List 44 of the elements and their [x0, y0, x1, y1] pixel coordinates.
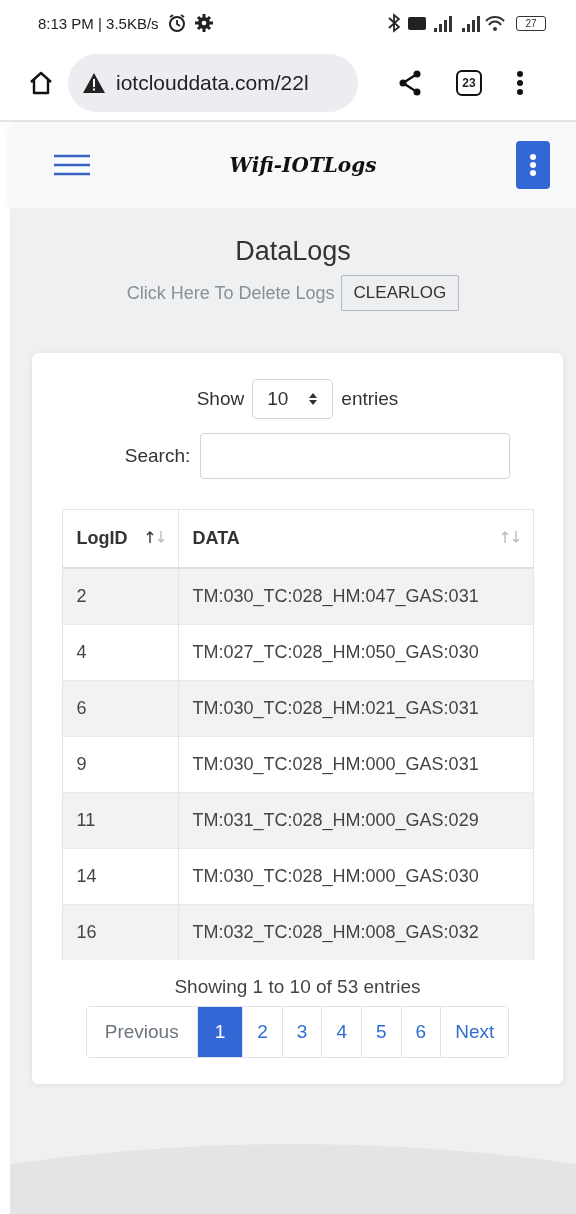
column-header[interactable]: DATA: [192, 528, 240, 549]
table-cell: TM:030_TC:028_HM:021_GAS:031: [178, 680, 533, 737]
table-cell: TM:030_TC:028_HM:000_GAS:030: [178, 848, 533, 905]
clearlog-button[interactable]: CLEARLOG: [340, 275, 460, 311]
table-cell: 14: [62, 848, 178, 905]
table-cell: 16: [62, 904, 178, 960]
column-header[interactable]: LogID: [76, 528, 128, 549]
alarm-clock-icon: [166, 13, 187, 33]
entries-info: Showing 1 to 10 of 53 entries: [174, 976, 421, 998]
table-cell: 6: [62, 680, 178, 737]
home-icon[interactable]: [28, 70, 54, 96]
table-cell: TM:031_TC:028_HM:000_GAS:029: [178, 792, 533, 849]
table-cell: TM:032_TC:028_HM:008_GAS:032: [178, 904, 533, 960]
page-button[interactable]: 1: [196, 1007, 243, 1057]
menu-icon[interactable]: [54, 154, 90, 176]
gear-icon: [194, 14, 213, 32]
table-cell: 2: [62, 568, 178, 625]
brand-title: Wifi-IOTLogs: [229, 153, 377, 177]
share-icon[interactable]: [398, 70, 422, 96]
table-cell: TM:030_TC:028_HM:047_GAS:031: [178, 568, 533, 625]
table-cell: TM:027_TC:028_HM:050_GAS:030: [178, 624, 533, 681]
search-field[interactable]: [200, 433, 511, 479]
options-button[interactable]: [516, 141, 550, 189]
kebab-icon: [529, 153, 537, 177]
address-bar[interactable]: iotclouddata.com/22l: [68, 54, 358, 112]
table-cell: TM:030_TC:028_HM:000_GAS:031: [178, 736, 533, 793]
entries-select[interactable]: 10: [252, 379, 334, 419]
table-cell: 4: [62, 624, 178, 681]
bluetooth-icon: [388, 13, 400, 33]
tab-count-button[interactable]: 23: [456, 70, 482, 96]
sort-arrows-icon: [308, 392, 319, 406]
entries-label: entries: [341, 388, 399, 410]
next-button[interactable]: Next: [440, 1007, 509, 1057]
signal-icon: [408, 14, 508, 32]
status-time: 8:13 PM | 3.5KB/s: [38, 14, 159, 32]
delete-prompt: Click Here To Delete Logs: [126, 282, 335, 304]
table-cell: 9: [62, 736, 178, 793]
search-label: Search:: [124, 445, 191, 467]
warning-icon: [82, 72, 106, 94]
page-title: DataLogs: [235, 236, 351, 267]
table-cell: 11: [62, 792, 178, 849]
more-options-icon[interactable]: [516, 70, 524, 96]
show-label: Show: [196, 388, 245, 410]
battery-indicator: 27: [516, 15, 546, 31]
